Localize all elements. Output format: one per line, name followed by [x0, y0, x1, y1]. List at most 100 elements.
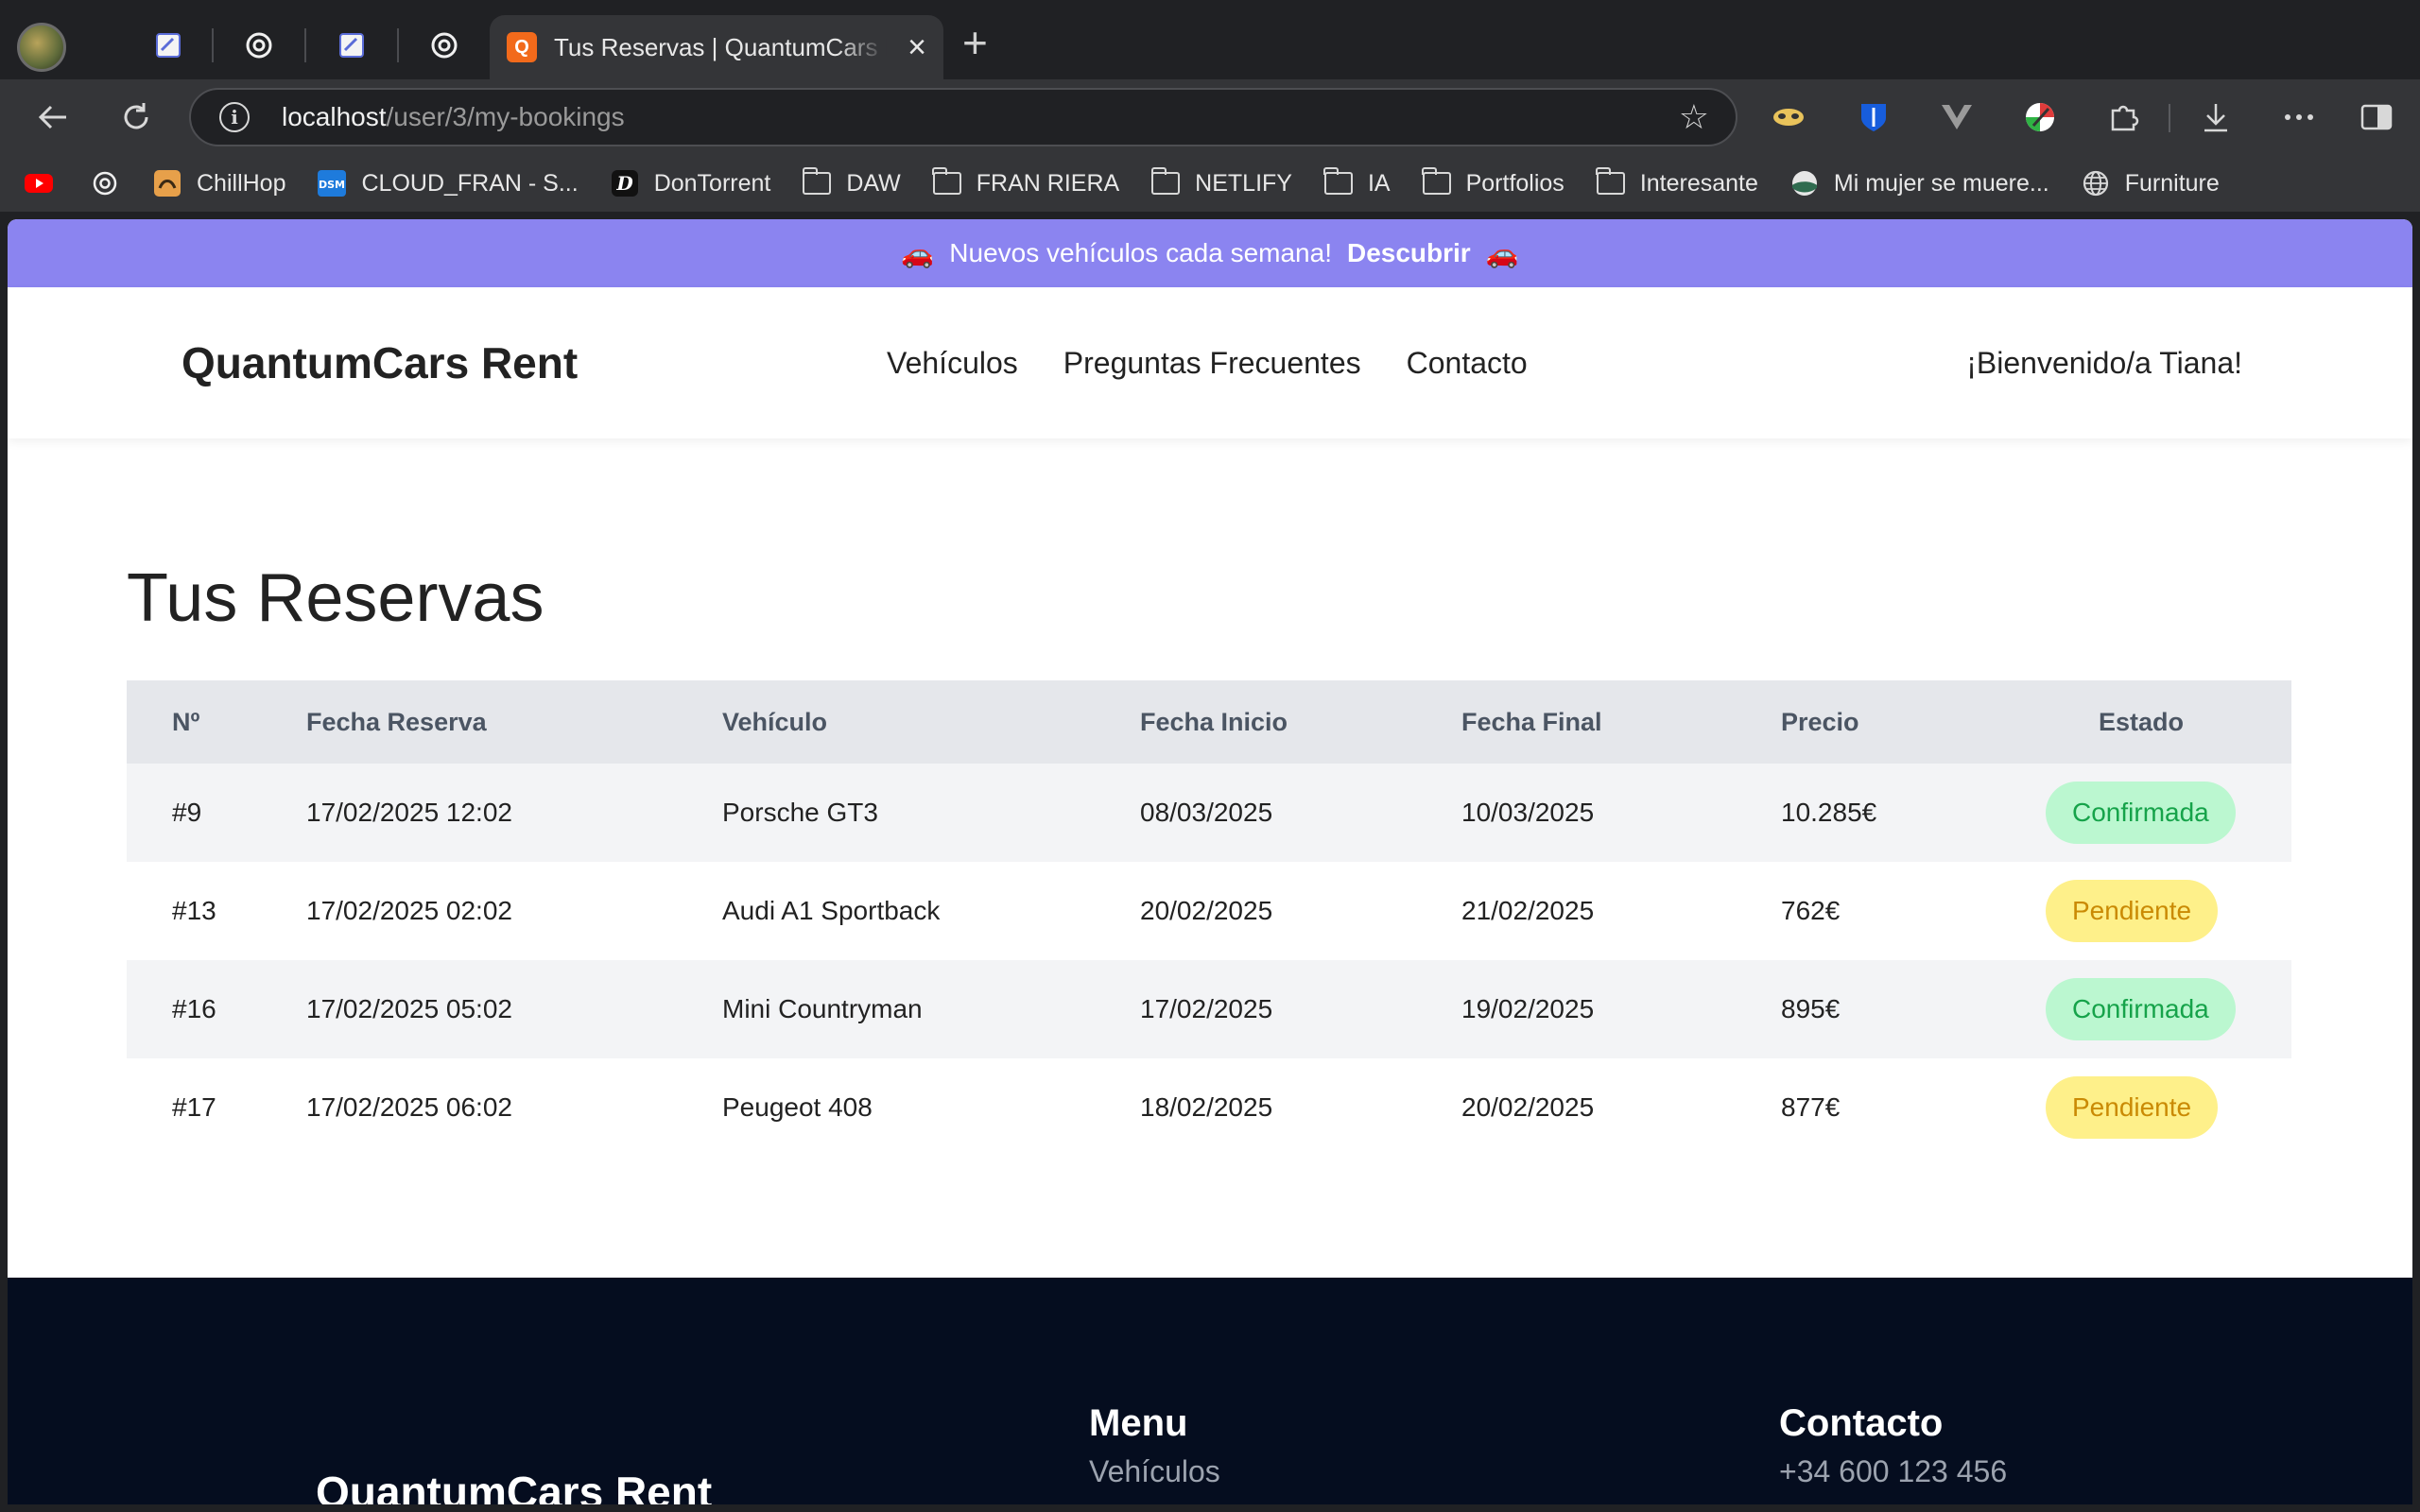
bookmark-cloud-fran[interactable]: DSM CLOUD_FRAN - S...: [316, 169, 579, 198]
booking-date: 17/02/2025 12:02: [306, 798, 512, 827]
bitwarden-icon[interactable]: [1849, 93, 1898, 142]
extension-mask-icon[interactable]: [1764, 93, 1813, 142]
chatgpt-icon: [431, 32, 458, 59]
notes-icon: [339, 33, 364, 58]
sidebar-toggle-icon[interactable]: [2352, 93, 2401, 142]
bookmark-label: Interesante: [1639, 169, 1758, 197]
profile-avatar[interactable]: [17, 23, 66, 72]
more-menu-icon[interactable]: [2274, 93, 2324, 142]
folder-icon: [931, 167, 963, 198]
browser-toolbar: i localhost /user/3/my-bookings ☆: [0, 79, 2420, 155]
active-tab[interactable]: Q Tus Reservas | QuantumCars Rent ×: [490, 15, 943, 79]
xampp-favicon-icon: Q: [507, 32, 537, 62]
booking-start: 18/02/2025: [1140, 1092, 1273, 1122]
main-menu: Vehículos Preguntas Frecuentes Contacto: [887, 346, 1528, 381]
page-title: Tus Reservas: [127, 560, 544, 636]
booking-start: 20/02/2025: [1140, 896, 1273, 925]
footer-link-vehiculos[interactable]: Vehículos: [1089, 1454, 1220, 1489]
extensions-puzzle-icon[interactable]: [2099, 93, 2148, 142]
column-header-status: Estado: [2098, 707, 2185, 736]
tab-notes-2[interactable]: [325, 19, 378, 72]
back-icon[interactable]: [28, 93, 78, 142]
booking-vehicle: Porsche GT3: [722, 798, 878, 827]
dontorrent-icon: D: [609, 169, 641, 198]
booking-id: #13: [172, 896, 216, 925]
tab-title: Tus Reservas | QuantumCars Rent: [554, 32, 887, 61]
reload-icon[interactable]: [112, 93, 161, 142]
address-bar[interactable]: i localhost /user/3/my-bookings ☆: [189, 88, 1737, 146]
booking-id: #17: [172, 1092, 216, 1122]
bookmarks-bar: ChillHop DSM CLOUD_FRAN - S... D DonTorr…: [0, 155, 2420, 212]
bookmark-chillhop[interactable]: ChillHop: [151, 169, 285, 198]
color-picker-icon[interactable]: [2015, 93, 2065, 142]
booking-price: 10.285€: [1781, 798, 1877, 827]
site-footer: QuantumCars Rent Menu Vehículos Contacto…: [8, 1278, 2412, 1504]
tab-chatgpt[interactable]: [233, 19, 285, 72]
bookmark-label: IA: [1367, 169, 1391, 197]
folder-icon: [1595, 167, 1627, 198]
booking-vehicle: Mini Countryman: [722, 994, 923, 1023]
welcome-user[interactable]: ¡Bienvenido/a Tiana!: [1966, 346, 2242, 381]
bookmark-mi-mujer[interactable]: Mi mujer se muere...: [1789, 169, 2049, 198]
bookmark-dontorrent[interactable]: D DonTorrent: [609, 169, 770, 198]
bookmark-label: DAW: [846, 169, 901, 197]
vue-devtools-icon[interactable]: [1932, 93, 1981, 142]
status-badge: Pendiente: [2046, 1076, 2219, 1139]
tab-close-icon[interactable]: ×: [908, 31, 926, 63]
folder-icon: [1421, 167, 1453, 198]
nav-link-contacto[interactable]: Contacto: [1407, 346, 1528, 381]
bookmark-youtube[interactable]: [23, 169, 68, 198]
footer-phone[interactable]: +34 600 123 456: [1779, 1454, 2007, 1489]
booking-end: 20/02/2025: [1461, 1092, 1595, 1122]
bookings-section: Tus Reservas Nº Fecha Reserva Vehículo F…: [127, 559, 2291, 1157]
booking-start: 08/03/2025: [1140, 798, 1273, 827]
booking-price: 895€: [1781, 994, 1841, 1023]
table-row: #17 17/02/2025 06:02 Peugeot 408 18/02/2…: [127, 1058, 2291, 1157]
booking-date: 17/02/2025 05:02: [306, 994, 512, 1023]
booking-price: 877€: [1781, 1092, 1841, 1122]
site-logo[interactable]: QuantumCars Rent: [182, 337, 578, 388]
bookmark-label: Portfolios: [1465, 169, 1564, 197]
bookmark-star-icon[interactable]: ☆: [1679, 97, 1709, 137]
bookmark-folder-daw[interactable]: DAW: [801, 167, 901, 198]
bookmark-folder-netlify[interactable]: NETLIFY: [1150, 167, 1292, 198]
table-row: #9 17/02/2025 12:02 Porsche GT3 08/03/20…: [127, 764, 2291, 862]
booking-vehicle: Peugeot 408: [722, 1092, 873, 1122]
column-header-end-date: Fecha Final: [1461, 707, 1602, 736]
bookmark-folder-fran-riera[interactable]: FRAN RIERA: [931, 167, 1119, 198]
tab-chatgpt-2[interactable]: [418, 19, 471, 72]
booking-end: 21/02/2025: [1461, 896, 1595, 925]
booking-date: 17/02/2025 02:02: [306, 896, 512, 925]
svg-text:D: D: [615, 172, 633, 195]
chillhop-icon: [151, 169, 183, 198]
bookings-table: Nº Fecha Reserva Vehículo Fecha Inicio F…: [127, 680, 2291, 1157]
folder-icon: [1150, 167, 1182, 198]
bookmark-furniture[interactable]: Furniture: [2080, 169, 2220, 198]
booking-end: 10/03/2025: [1461, 798, 1595, 827]
bookmark-label: ChillHop: [197, 169, 286, 197]
status-badge: Pendiente: [2046, 880, 2219, 942]
promo-discover-link[interactable]: Descubrir: [1347, 238, 1471, 268]
tab-notes[interactable]: [142, 19, 195, 72]
booking-id: #9: [172, 798, 202, 827]
bookmark-label: CLOUD_FRAN - S...: [361, 169, 579, 197]
column-header-start-date: Fecha Inicio: [1140, 707, 1288, 736]
booking-end: 19/02/2025: [1461, 994, 1595, 1023]
promo-banner: 🚗 Nuevos vehículos cada semana! Descubri…: [8, 219, 2412, 287]
nav-link-faq[interactable]: Preguntas Frecuentes: [1063, 346, 1361, 381]
site-info-icon[interactable]: i: [219, 102, 250, 132]
bookmark-folder-portfolios[interactable]: Portfolios: [1421, 167, 1564, 198]
status-badge: Confirmada: [2046, 978, 2236, 1040]
bookmark-folder-interesante[interactable]: Interesante: [1595, 167, 1758, 198]
booking-date: 17/02/2025 06:02: [306, 1092, 512, 1122]
column-header-number: Nº: [172, 707, 200, 736]
nav-link-vehiculos[interactable]: Vehículos: [887, 346, 1018, 381]
bookmark-label: NETLIFY: [1195, 169, 1292, 197]
footer-contact-title: Contacto: [1779, 1402, 1944, 1444]
new-tab-icon[interactable]: +: [962, 21, 988, 64]
bookmark-folder-ia[interactable]: IA: [1322, 167, 1391, 198]
car-emoji-icon: 🚗: [1485, 238, 1519, 268]
bookmark-chatgpt[interactable]: [89, 169, 134, 198]
footer-logo[interactable]: QuantumCars Rent: [316, 1467, 712, 1504]
downloads-icon[interactable]: [2191, 93, 2240, 142]
